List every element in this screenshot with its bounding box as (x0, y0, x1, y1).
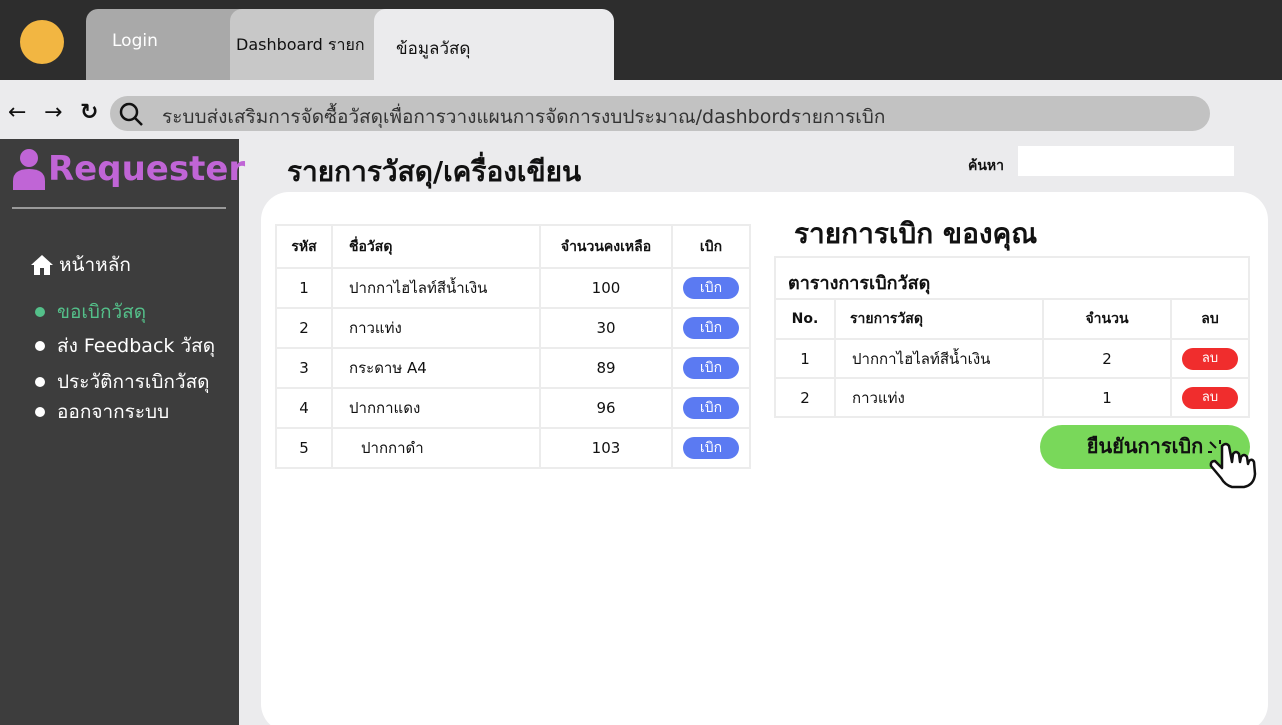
back-arrow-icon[interactable]: ← (8, 100, 26, 125)
search-label: ค้นหา (968, 158, 1005, 174)
column-header: เบิก (671, 224, 751, 269)
tab-material-info[interactable]: ข้อมูลวัสดุ (374, 9, 614, 80)
cell-action: เบิก (671, 267, 751, 309)
cell-qty: 1 (1042, 377, 1172, 418)
cell-qty: 103 (539, 427, 673, 469)
cell-item: ปากกาไฮไลท์สีน้ำเงิน (834, 338, 1044, 379)
table-row: 2 กาวแท่ง 1 ลบ (774, 377, 1250, 418)
issue-button[interactable]: เบิก (683, 437, 739, 459)
sidebar-item-request-material[interactable]: ขอเบิกวัสดุ (30, 297, 146, 327)
request-section-title: รายการเบิก ของคุณ (794, 217, 1038, 250)
page-title: รายการวัสดุ/เครื่องเขียน (287, 155, 582, 188)
cell-name: ปากกาแดง (331, 387, 541, 429)
issue-button[interactable]: เบิก (683, 317, 739, 339)
request-table: No. รายการวัสดุ จำนวน ลบ 1 ปากกาไฮไลท์สี… (774, 298, 1250, 418)
column-header: No. (774, 298, 836, 340)
hand-pointer-icon (1208, 440, 1257, 489)
delete-button[interactable]: ลบ (1182, 347, 1238, 370)
sidebar-item-label: ส่ง Feedback วัสดุ (57, 335, 216, 357)
role-header: Requester (12, 148, 245, 190)
role-label: Requester (48, 149, 246, 189)
cell-qty: 2 (1042, 338, 1172, 379)
home-icon (31, 255, 53, 275)
table-row: 1 ปากกาไฮไลท์สีน้ำเงิน 100 เบิก (275, 267, 751, 309)
table-row: 5 ปากกาดำ 103 เบิก (275, 427, 751, 469)
cell-no: 2 (774, 377, 836, 418)
column-header: จำนวน (1042, 298, 1172, 340)
cell-item: กาวแท่ง (834, 377, 1044, 418)
issue-button[interactable]: เบิก (683, 357, 739, 379)
cell-action: เบิก (671, 387, 751, 429)
bullet-icon (35, 341, 45, 351)
cell-code: 5 (275, 427, 333, 469)
cell-name: ปากกาไฮไลท์สีน้ำเงิน (331, 267, 541, 309)
table-row: 1 ปากกาไฮไลท์สีน้ำเงิน 2 ลบ (774, 338, 1250, 379)
table-header-row: รหัส ชื่อวัสดุ จำนวนคงเหลือ เบิก (275, 224, 751, 269)
cell-qty: 89 (539, 347, 673, 389)
column-header: รายการวัสดุ (834, 298, 1044, 340)
sidebar-item-feedback[interactable]: ส่ง Feedback วัสดุ (30, 331, 215, 361)
column-header: ลบ (1170, 298, 1250, 340)
sidebar-divider (12, 207, 226, 209)
sidebar-item-label: ประวัติการเบิกวัสดุ (57, 371, 210, 393)
table-row: 2 กาวแท่ง 30 เบิก (275, 307, 751, 349)
cell-code: 4 (275, 387, 333, 429)
column-header: รหัส (275, 224, 333, 269)
cell-qty: 30 (539, 307, 673, 349)
sidebar-item-history[interactable]: ประวัติการเบิกวัสดุ (30, 367, 210, 397)
cell-action: ลบ (1170, 338, 1250, 379)
table-row: 3 กระดาษ A4 89 เบิก (275, 347, 751, 389)
column-header: ชื่อวัสดุ (331, 224, 541, 269)
forward-arrow-icon[interactable]: → (44, 100, 62, 125)
issue-button[interactable]: เบิก (683, 397, 739, 419)
app-logo-dot (20, 20, 64, 64)
cell-code: 2 (275, 307, 333, 349)
sidebar-item-label: ขอเบิกวัสดุ (57, 301, 147, 323)
cell-no: 1 (774, 338, 836, 379)
column-header: จำนวนคงเหลือ (539, 224, 673, 269)
cell-qty: 100 (539, 267, 673, 309)
bullet-icon (35, 377, 45, 387)
cell-code: 1 (275, 267, 333, 309)
material-stock-table: รหัส ชื่อวัสดุ จำนวนคงเหลือ เบิก 1 ปากกา… (275, 224, 751, 469)
address-url[interactable]: ระบบส่งเสริมการจัดซื้อวัสดุเพื่อการวางแผ… (162, 102, 885, 132)
cell-name: กาวแท่ง (331, 307, 541, 349)
sidebar (0, 139, 239, 725)
table-row: 4 ปากกาแดง 96 เบิก (275, 387, 751, 429)
request-table-title: ตารางการเบิกวัสดุ (774, 256, 1250, 299)
user-icon (13, 149, 45, 190)
search-icon (119, 102, 143, 126)
sidebar-item-label: ออกจากระบบ (57, 401, 170, 423)
sidebar-item-logout[interactable]: ออกจากระบบ (30, 397, 169, 427)
search-input[interactable] (1018, 146, 1234, 176)
sidebar-item-home[interactable]: หน้าหลัก (30, 250, 131, 280)
cell-qty: 96 (539, 387, 673, 429)
cell-action: ลบ (1170, 377, 1250, 418)
cell-action: เบิก (671, 347, 751, 389)
cell-action: เบิก (671, 307, 751, 349)
issue-button[interactable]: เบิก (683, 277, 739, 299)
cell-action: เบิก (671, 427, 751, 469)
bullet-icon (35, 407, 45, 417)
sidebar-item-label: หน้าหลัก (59, 254, 131, 276)
cell-code: 3 (275, 347, 333, 389)
delete-button[interactable]: ลบ (1182, 386, 1238, 409)
table-header-row: No. รายการวัสดุ จำนวน ลบ (774, 298, 1250, 340)
cell-name: กระดาษ A4 (331, 347, 541, 389)
cell-name: ปากกาดำ (331, 427, 541, 469)
reload-icon[interactable]: ↻ (80, 100, 98, 125)
bullet-icon (35, 307, 45, 317)
